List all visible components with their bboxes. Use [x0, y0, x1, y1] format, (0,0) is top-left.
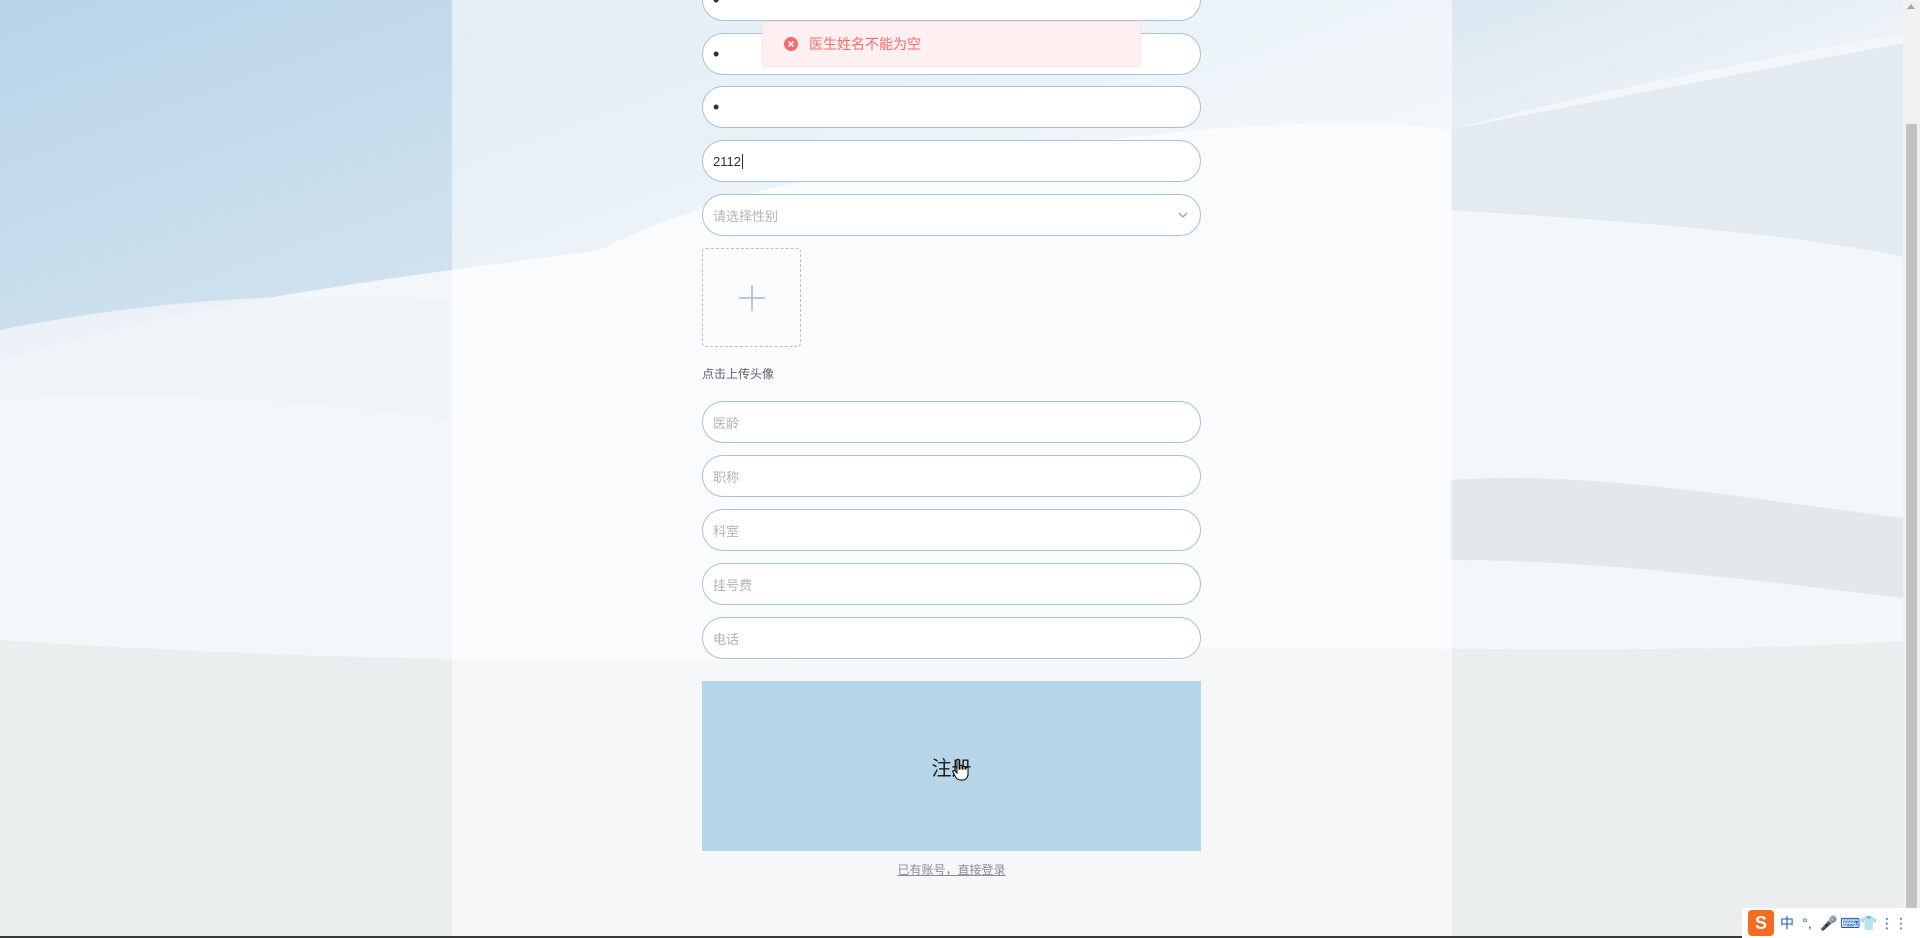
field-4-value: 2112	[713, 153, 741, 169]
fee-placeholder: 挂号费	[713, 577, 753, 593]
punctuation-icon[interactable]: °,	[1800, 915, 1814, 931]
seniority-input[interactable]: 医龄	[702, 401, 1201, 443]
error-circle-icon	[784, 37, 798, 51]
title-placeholder: 职称	[713, 469, 740, 485]
error-toast: 医生姓名不能为空	[762, 21, 1141, 67]
department-input[interactable]: 科室	[702, 509, 1201, 551]
form-field-1[interactable]: •	[702, 0, 1201, 21]
chevron-down-icon	[1178, 212, 1188, 218]
title-input[interactable]: 职称	[702, 455, 1201, 497]
ime-menu-icon[interactable]: ⋮⋮	[1880, 915, 1908, 932]
scroll-up-arrow-icon[interactable]	[1907, 4, 1915, 9]
seniority-placeholder: 医龄	[713, 415, 740, 431]
form-field-4[interactable]: 2112	[702, 140, 1201, 182]
text-caret	[741, 153, 743, 169]
fee-input[interactable]: 挂号费	[702, 563, 1201, 605]
field-2-value: •	[713, 44, 720, 64]
ime-toolbar: S 中 °, 🎤 ⌨ 👕 ⋮⋮	[1742, 908, 1920, 938]
department-placeholder: 科室	[713, 523, 740, 539]
toast-message: 医生姓名不能为空	[809, 36, 921, 52]
microphone-icon[interactable]: 🎤	[1820, 915, 1837, 932]
ime-language-toggle[interactable]: 中	[1780, 913, 1794, 933]
plus-icon	[739, 285, 765, 311]
hand-cursor-icon	[952, 758, 969, 781]
login-link[interactable]: 已有账号，直接登录	[702, 861, 1201, 878]
vertical-scrollbar[interactable]	[1903, 0, 1920, 938]
phone-placeholder: 电话	[713, 631, 740, 647]
scrollbar-thumb[interactable]	[1906, 124, 1917, 908]
phone-input[interactable]: 电话	[702, 617, 1201, 659]
keyboard-icon[interactable]: ⌨	[1840, 915, 1860, 932]
gender-placeholder: 请选择性别	[713, 208, 779, 224]
upload-label: 点击上传头像	[702, 367, 775, 381]
field-1-value: •	[713, 0, 720, 10]
skin-icon[interactable]: 👕	[1860, 915, 1877, 932]
form-field-3[interactable]: •	[702, 86, 1201, 128]
sogou-logo-icon[interactable]: S	[1748, 910, 1774, 936]
avatar-upload[interactable]	[702, 248, 801, 347]
gender-select[interactable]: 请选择性别	[702, 194, 1201, 236]
field-3-value: •	[713, 97, 720, 117]
